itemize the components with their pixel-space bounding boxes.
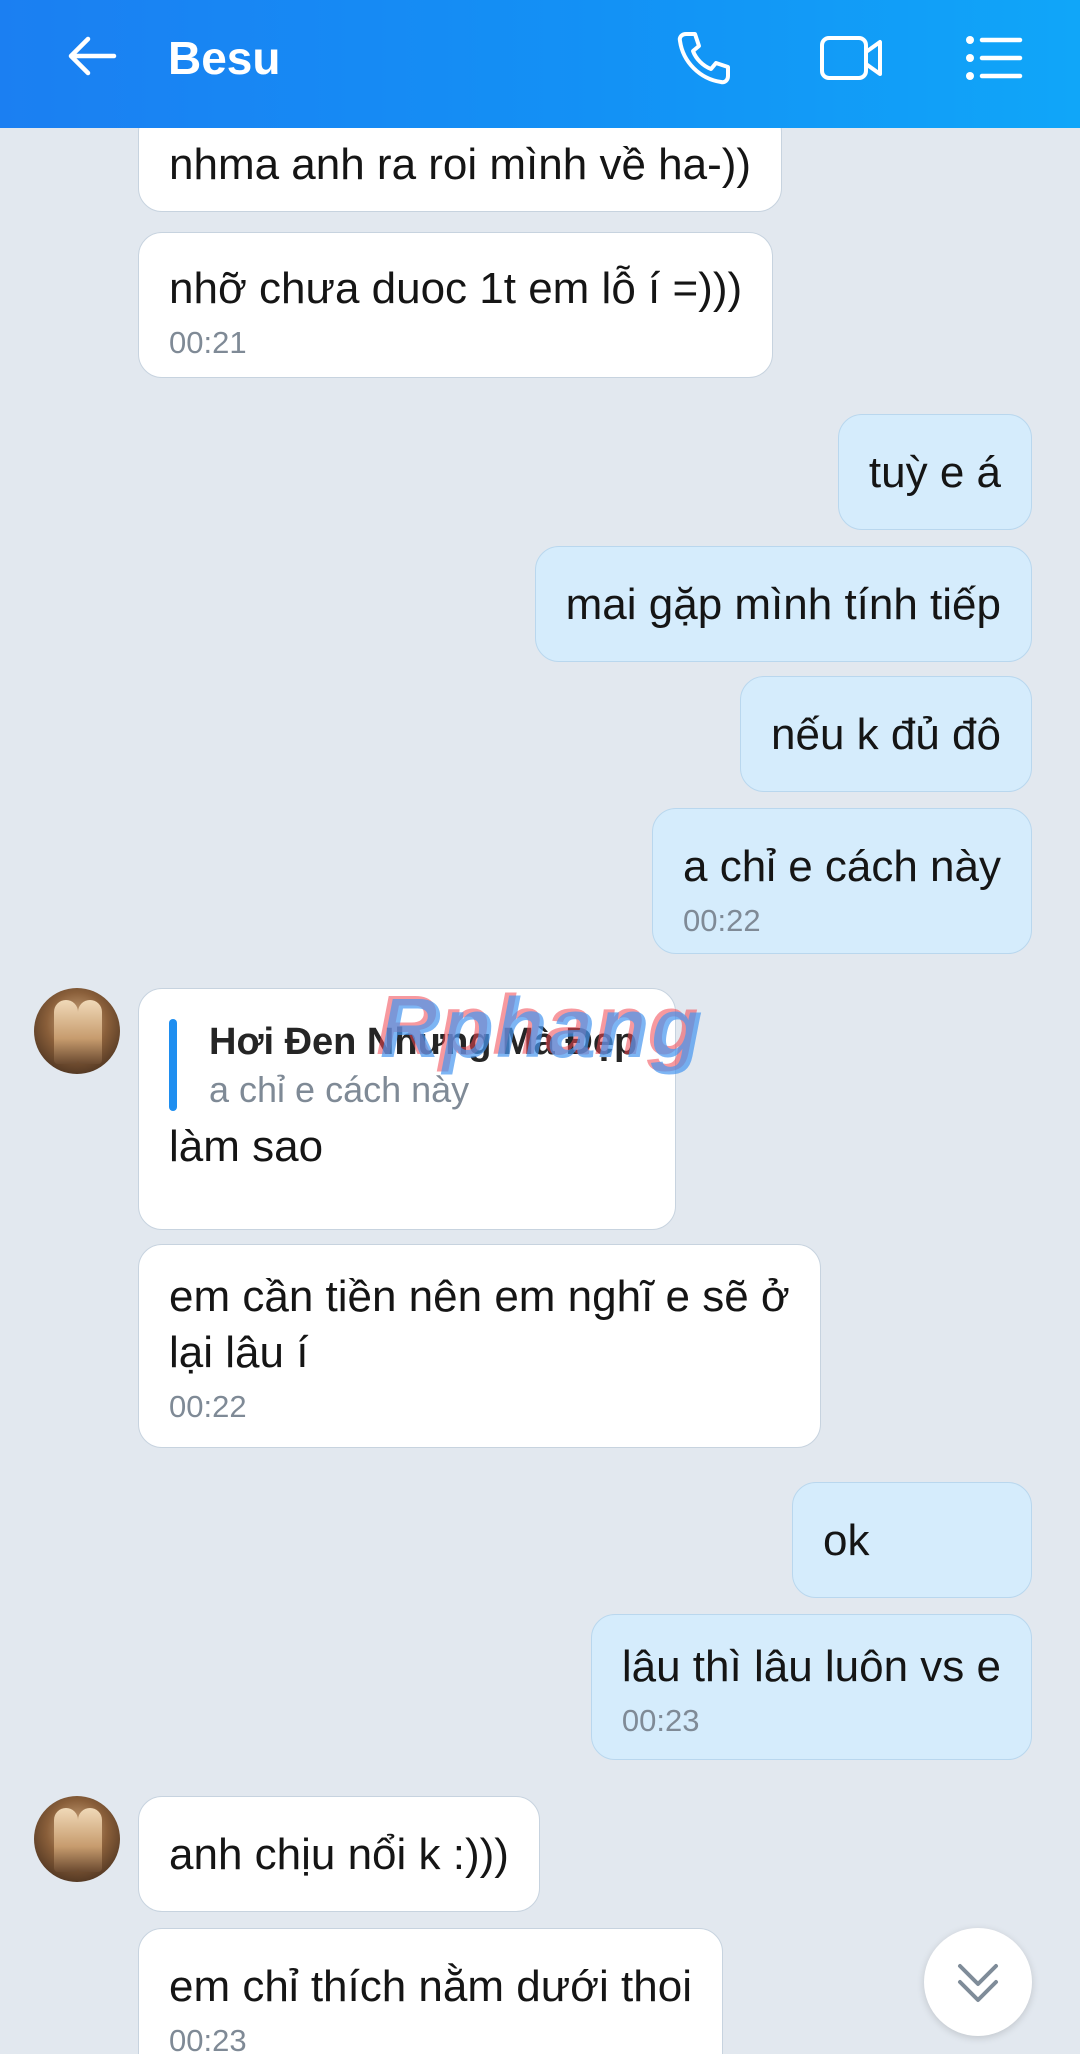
message-text: làm sao — [169, 1122, 324, 1171]
call-button[interactable] — [672, 26, 744, 98]
message-outgoing[interactable]: ok — [792, 1482, 1032, 1598]
scroll-to-bottom-button[interactable] — [924, 1928, 1032, 2036]
quote-bar — [169, 1019, 177, 1111]
message-outgoing[interactable]: nếu k đủ đô — [740, 676, 1032, 792]
message-outgoing[interactable]: tuỳ e á — [837, 414, 1032, 530]
message-time: 00:21 — [169, 325, 247, 360]
message-incoming[interactable]: em cần tiền nên em nghĩ e sẽ ở lại lâu í… — [138, 1244, 821, 1448]
message-text: ok — [823, 1516, 870, 1565]
back-button[interactable] — [62, 26, 134, 90]
message-time: 00:22 — [683, 903, 761, 938]
message-time: 00:22 — [169, 1389, 247, 1424]
message-outgoing[interactable]: a chỉ e cách này 00:22 — [652, 808, 1032, 954]
video-call-icon — [820, 36, 882, 80]
message-time: 00:23 — [621, 1703, 700, 1738]
message-text: em chỉ thích nằm dưới thoi — [169, 1962, 692, 2011]
message-text: nhỡ chưa duoc 1t em lỗ í =))) — [169, 264, 743, 313]
message-outgoing[interactable]: lâu thì lâu luôn vs e 00:23 — [590, 1614, 1032, 1760]
message-text: tuỳ e á — [868, 448, 1001, 497]
message-incoming[interactable]: nhỡ chưa duoc 1t em lỗ í =))) 00:21 — [138, 232, 774, 378]
chat-title: Besu — [168, 32, 281, 84]
message-text: mai gặp mình tính tiếp — [565, 580, 1001, 629]
message-text: a chỉ e cách này — [683, 842, 1001, 891]
menu-list-icon — [966, 36, 1023, 80]
top-bar: Besu — [0, 0, 1080, 128]
video-call-button[interactable] — [818, 26, 890, 98]
phone-icon — [677, 32, 730, 85]
message-incoming[interactable]: em chỉ thích nằm dưới thoi 00:23 — [138, 1928, 723, 2054]
menu-button[interactable] — [962, 26, 1034, 98]
double-chevron-down-icon — [958, 1964, 998, 2002]
back-arrow-icon — [68, 36, 117, 76]
quote-text: a chỉ e cách này — [209, 1069, 470, 1110]
contact-avatar[interactable] — [34, 1796, 120, 1882]
message-incoming-reply[interactable]: Hơi Đen Nhưng Mà Đẹp a chỉ e cách này là… — [138, 988, 676, 1230]
contact-avatar[interactable] — [34, 988, 120, 1074]
reply-quote[interactable]: Hơi Đen Nhưng Mà Đẹp a chỉ e cách này — [169, 1017, 645, 1113]
message-text: nhma anh ra roi mình về ha-)) — [169, 140, 752, 189]
message-list[interactable]: nhma anh ra roi mình về ha-)) nhỡ chưa d… — [0, 128, 1080, 2054]
message-text: anh chịu nổi k :))) — [169, 1830, 509, 1879]
message-time: 00:23 — [169, 2023, 247, 2054]
message-incoming[interactable]: nhma anh ra roi mình về ha-)) — [138, 128, 783, 212]
message-outgoing[interactable]: mai gặp mình tính tiếp — [534, 546, 1032, 662]
message-incoming[interactable]: anh chịu nổi k :))) — [138, 1796, 540, 1912]
message-text: nếu k đủ đô — [771, 710, 1001, 759]
message-text: lâu thì lâu luôn vs e — [621, 1642, 1001, 1691]
message-text: em cần tiền nên em nghĩ e sẽ ở — [169, 1272, 790, 1321]
message-text-line2: lại lâu í — [169, 1328, 309, 1377]
quote-author: Hơi Đen Nhưng Mà Đẹp — [209, 1021, 638, 1063]
